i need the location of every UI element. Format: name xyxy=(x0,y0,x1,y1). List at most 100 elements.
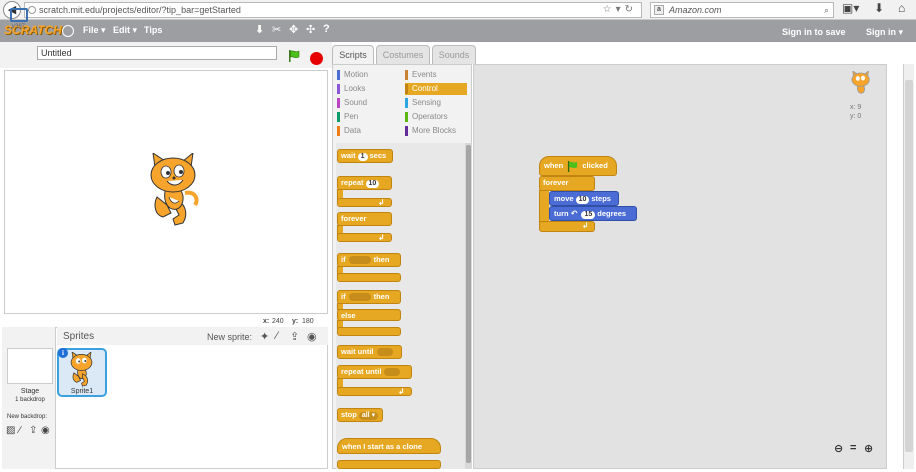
address-bar[interactable]: scratch.mit.edu/projects/editor/?tip_bar… xyxy=(24,2,642,18)
upload-backdrop-icon[interactable]: ⇪ xyxy=(29,425,37,436)
stop-dropdown[interactable]: all ▾ xyxy=(358,412,379,420)
move-label: move xyxy=(554,194,574,203)
shrink-icon[interactable]: ✣ xyxy=(306,23,315,36)
window-scrollbar-thumb[interactable] xyxy=(905,80,913,452)
download-icon[interactable]: ⬇ xyxy=(874,1,884,15)
category-data[interactable]: Data xyxy=(337,125,399,137)
stop-button[interactable] xyxy=(310,52,323,65)
if-else-condition-slot[interactable] xyxy=(348,293,371,302)
category-operators[interactable]: Operators xyxy=(405,111,467,123)
tab-sounds[interactable]: Sounds xyxy=(432,45,476,64)
sprite-library-icon[interactable]: ✦ xyxy=(260,330,269,343)
move-input[interactable]: 10 xyxy=(575,196,590,204)
block-forever-script[interactable]: forever xyxy=(539,176,595,191)
mouse-x-label: x: xyxy=(263,318,270,325)
block-repeat-label: repeat xyxy=(341,178,364,187)
green-flag-icon[interactable] xyxy=(288,50,300,62)
forever-foot: ↲ xyxy=(337,233,392,242)
project-title-input[interactable]: Untitled xyxy=(37,46,277,60)
block-repeat-until[interactable]: repeat until xyxy=(337,365,412,379)
url-actions-icon[interactable]: ☆▾↻ xyxy=(603,3,637,17)
backdrop-library-icon[interactable]: ▨ xyxy=(6,425,15,436)
upload-sprite-icon[interactable]: ⇪ xyxy=(290,330,299,343)
block-stop[interactable]: stop all ▾ xyxy=(337,408,383,422)
turn-label: turn xyxy=(554,209,569,218)
block-repeat[interactable]: repeat 10 xyxy=(337,176,392,190)
bookmarks-icon[interactable]: ▣▾ xyxy=(842,1,859,15)
stage-label: Stage xyxy=(20,388,40,395)
tab-scripts[interactable]: Scripts xyxy=(332,45,374,66)
wait-until-slot[interactable] xyxy=(376,348,393,357)
block-repeat-until-label: repeat until xyxy=(341,367,382,376)
sprite-y-readout: y: 0 xyxy=(850,113,861,120)
help-icon[interactable]: ? xyxy=(323,23,330,35)
block-forever-label: forever xyxy=(341,214,367,223)
block-if-else[interactable]: if then xyxy=(337,290,401,304)
category-sound[interactable]: Sound xyxy=(337,97,399,109)
language-globe-icon[interactable] xyxy=(62,25,74,37)
sign-in-menu[interactable]: Sign in ▾ xyxy=(866,27,903,38)
search-bar[interactable]: a Amazon.com ⌕ xyxy=(650,2,834,18)
category-more-blocks[interactable]: More Blocks xyxy=(405,125,467,137)
hat-when-label: when xyxy=(544,161,564,170)
category-events[interactable]: Events xyxy=(405,69,467,81)
zoom-reset-icon[interactable]: = xyxy=(850,442,856,454)
search-icon[interactable]: ⌕ xyxy=(824,3,829,17)
delete-icon[interactable]: ✂ xyxy=(272,23,281,36)
block-secs-label: secs xyxy=(369,151,387,160)
category-motion[interactable]: Motion xyxy=(337,69,399,81)
script-area[interactable] xyxy=(473,64,887,469)
grow-icon[interactable]: ✥ xyxy=(289,23,298,36)
camera-sprite-icon[interactable]: ◉ xyxy=(307,330,317,343)
sprite-info-icon[interactable]: i xyxy=(58,348,68,358)
if-condition-slot[interactable] xyxy=(348,256,371,265)
amazon-icon: a xyxy=(654,5,664,15)
file-menu[interactable]: File ▾ xyxy=(83,25,106,36)
block-if-then[interactable]: if then xyxy=(337,253,401,267)
backdrop-count: 1 backdrop xyxy=(15,397,45,403)
category-pen[interactable]: Pen xyxy=(337,111,399,123)
repeat-until-slot[interactable] xyxy=(384,368,401,377)
zoom-out-icon[interactable]: ⊖ xyxy=(834,442,843,455)
current-sprite-icon xyxy=(851,71,870,94)
repeat-input[interactable]: 10 xyxy=(365,180,380,188)
edit-menu[interactable]: Edit ▾ xyxy=(113,25,137,36)
cat-thumbnail-icon xyxy=(70,352,93,387)
tab-costumes[interactable]: Costumes xyxy=(376,45,430,64)
sprite-y-label: y: xyxy=(850,113,856,120)
sprite-x-value: 9 xyxy=(857,104,862,111)
zoom-in-icon[interactable]: ⊕ xyxy=(864,442,873,455)
tips-menu[interactable]: Tips xyxy=(144,25,162,35)
palette-scrollbar-thumb[interactable] xyxy=(466,145,471,463)
home-icon[interactable]: ⌂ xyxy=(898,1,905,15)
block-wait-until[interactable]: wait until xyxy=(337,345,402,359)
block-turn-degrees[interactable]: turn ↶ 15 degrees xyxy=(549,206,637,221)
block-create-clone-partial[interactable] xyxy=(337,460,441,469)
block-when-clone[interactable]: when I start as a clone xyxy=(337,438,441,454)
camera-backdrop-icon[interactable]: ◉ xyxy=(41,425,50,436)
site-icon xyxy=(28,6,36,14)
steps-label: steps xyxy=(591,194,611,203)
cat-sprite-image[interactable] xyxy=(145,153,203,229)
duplicate-icon[interactable]: ⬇ xyxy=(255,23,264,36)
mouse-y-label: y: xyxy=(292,318,299,325)
block-if-label: if xyxy=(341,255,346,264)
stage-thumbnail[interactable] xyxy=(7,348,53,384)
category-sensing[interactable]: Sensing xyxy=(405,97,467,109)
forever-script-mouth xyxy=(539,190,549,223)
paint-backdrop-icon[interactable]: ∕ xyxy=(19,425,21,436)
fullscreen-icon[interactable] xyxy=(10,8,28,22)
wait-input[interactable]: 1 xyxy=(357,153,368,161)
turn-input[interactable]: 15 xyxy=(581,211,596,219)
block-wait-secs[interactable]: wait 1 secs xyxy=(337,149,393,163)
stage-canvas[interactable] xyxy=(4,70,328,314)
category-looks[interactable]: Looks xyxy=(337,83,399,95)
repeat-foot: ↲ xyxy=(337,198,392,207)
block-when-flag-clicked[interactable]: when clicked xyxy=(539,156,617,176)
paint-sprite-icon[interactable]: ∕ xyxy=(276,330,278,342)
sign-in-to-save-link[interactable]: Sign in to save xyxy=(782,27,846,37)
category-control[interactable]: Control xyxy=(405,83,467,95)
block-forever[interactable]: forever xyxy=(337,212,392,226)
block-stop-label: stop xyxy=(341,410,357,419)
block-move-steps[interactable]: move 10 steps xyxy=(549,191,619,206)
